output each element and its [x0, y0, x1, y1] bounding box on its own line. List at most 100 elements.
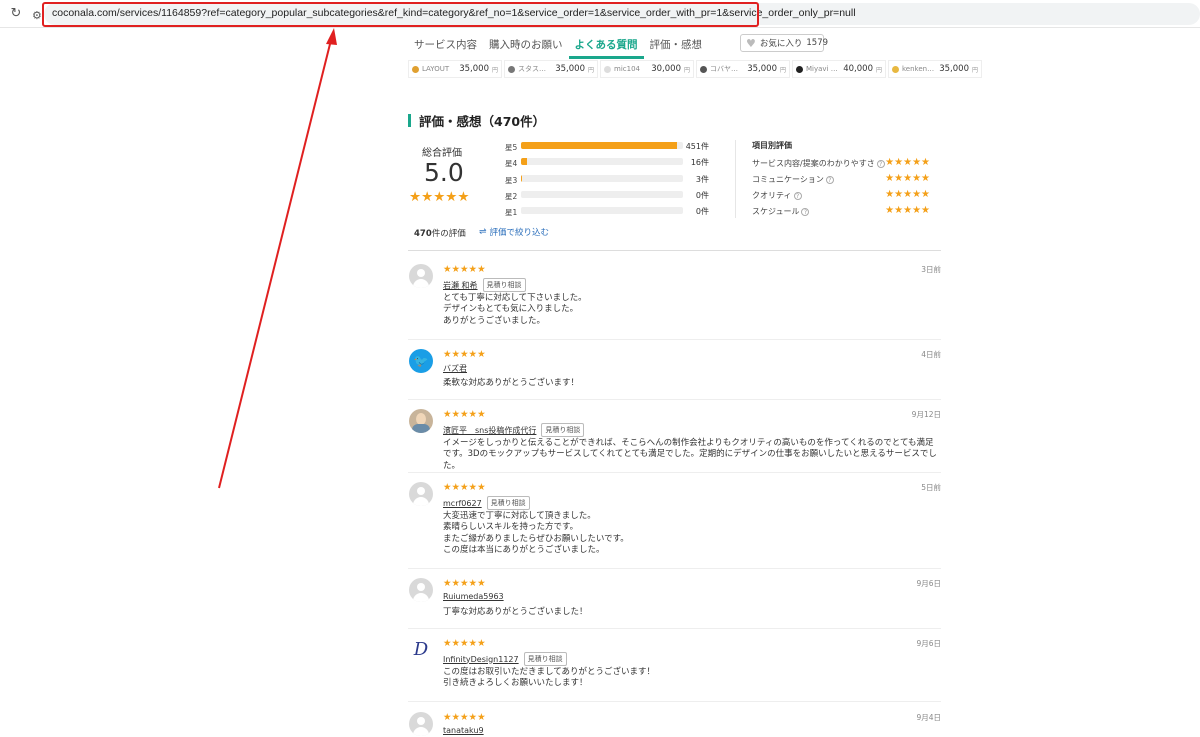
review-count: 470件の評価: [414, 229, 466, 239]
reviewer-name[interactable]: 岩瀬 和希: [443, 280, 478, 291]
stars-icon: ★★★★★: [885, 189, 930, 200]
item-ratings-title: 項目別評価: [752, 141, 792, 150]
review-item: ★★★★★ 9月12日 濱匠平 sns投稿作成代行 見積り相談 イメージをしっかり…: [408, 409, 941, 473]
heart-icon: ♥: [746, 36, 756, 50]
help-icon[interactable]: ?: [825, 176, 834, 184]
review-stars-icon: ★★★★★: [443, 482, 486, 493]
stars-icon: ★★★★★: [885, 157, 930, 168]
avatar[interactable]: [409, 264, 433, 288]
tab-faq[interactable]: よくある質問: [568, 31, 644, 59]
seller-avatar-icon: [796, 65, 803, 73]
address-bar[interactable]: ⚙ coconala.com/services/1164859?ref=cate…: [32, 3, 1200, 25]
site-settings-icon[interactable]: ⚙: [32, 9, 46, 23]
review-badge: 見積り相談: [486, 496, 530, 510]
related-service-item[interactable]: Miyavi Desi···40,000円: [792, 60, 886, 78]
review-text: 丁寧な対応ありがとうございました！: [443, 607, 588, 617]
item-rating-row: スケジュール? ★★★★★: [752, 205, 930, 216]
related-service-item[interactable]: LAYOUT 35,000 円: [408, 60, 502, 78]
seller-avatar-icon: [892, 65, 899, 73]
review-stars-icon: ★★★★★: [443, 409, 486, 420]
reviews-title: 評価・感想（470件）: [419, 114, 546, 129]
review-item: ★★★★★ 9月6日 Ruiumeda5963 丁寧な対応ありがとうございました…: [408, 578, 941, 629]
review-stars-icon: ★★★★★: [443, 578, 486, 589]
review-text: イメージをしっかりと伝えることができれば、そこらへんの制作会社よりもクオリティの…: [443, 438, 937, 471]
review-item: ★★★★★ 3日前 岩瀬 和希 見積り相談 とても丁寧に対応して下さいました。 デザ…: [408, 264, 941, 340]
tab-service-details[interactable]: サービス内容: [408, 31, 483, 59]
related-service-item[interactable]: mic104 30,000 円: [600, 60, 694, 78]
seller-avatar-icon: [604, 65, 611, 73]
review-item: D ★★★★★ 9月6日 InfinityDesign1127 見積り相談 この度…: [408, 638, 941, 702]
help-icon[interactable]: ?: [793, 192, 802, 200]
review-text: この度はお取引いただきましてありがとうございます！ 引き続きよろしくお願いいたしま…: [443, 667, 655, 689]
review-stars-icon: ★★★★★: [443, 712, 486, 723]
rating-row[interactable]: 星5 451件: [505, 140, 715, 156]
stars-icon: ★★★★★: [885, 173, 930, 184]
avatar[interactable]: [409, 409, 433, 433]
avatar[interactable]: [409, 578, 433, 602]
reviewer-name[interactable]: バズ君: [443, 363, 467, 374]
favorite-count: 1579: [806, 38, 829, 48]
favorite-button[interactable]: ♥ お気に入り 1579: [740, 34, 828, 52]
item-rating-row: クオリティ? ★★★★★: [752, 189, 930, 200]
review-stars-icon: ★★★★★: [443, 638, 486, 649]
summary-divider: [735, 140, 736, 218]
rating-row[interactable]: 星1 0件: [505, 205, 715, 221]
help-icon[interactable]: ?: [876, 160, 885, 168]
rating-bar-fill: [521, 174, 523, 182]
reviewer-name[interactable]: 濱匠平 sns投稿作成代行: [443, 425, 536, 436]
stars-icon: ★★★★★: [885, 205, 930, 216]
rating-row[interactable]: 星2 0件: [505, 189, 715, 205]
related-service-item[interactable]: kenken des···35,000円: [888, 60, 982, 78]
seller-avatar-icon: [700, 65, 707, 73]
review-item: ★★★★★ 5日前 mcrf0627 見積り相談 大変迅速で丁寧に対応して頂きまし…: [408, 482, 941, 569]
review-item: 🐦 ★★★★★ 4日前 バズ君 柔軟な対応ありがとうございます！: [408, 349, 941, 400]
infinity-design-logo-icon[interactable]: D: [409, 638, 433, 662]
review-date: 9月6日: [916, 639, 941, 648]
overall-stars-icon: ★★★★★: [409, 189, 470, 205]
favorite-label: お気に入り: [759, 39, 803, 49]
review-stars-icon: ★★★★★: [443, 264, 486, 275]
reviewer-name[interactable]: Ruiumeda5963: [443, 592, 504, 601]
review-badge: 見積り相談: [523, 652, 567, 666]
review-text: 大変迅速で丁寧に対応して頂きました。 素晴らしいスキルを持った方です。 またご縁があ…: [443, 511, 629, 555]
filter-by-rating-link[interactable]: ⇌ 評価で絞り込む: [479, 226, 549, 238]
url-text: coconala.com/services/1164859?ref=catego…: [52, 7, 856, 19]
rating-bar-fill: [521, 158, 527, 166]
related-service-item[interactable]: コバヤシ··· 35,000 円: [696, 60, 790, 78]
rating-distribution: 星5 451件 星4 16件 星3 3件 星2 0件 星1 0件: [505, 140, 715, 221]
review-date: 3日前: [921, 265, 941, 274]
review-date: 4日前: [921, 350, 941, 359]
tab-reviews[interactable]: 評価・感想: [644, 31, 709, 59]
arrow-head: [326, 28, 337, 45]
arrow-shaft: [218, 39, 332, 489]
summary-separator: [408, 250, 941, 251]
reviewer-name[interactable]: tanataku9: [443, 726, 484, 735]
overall-rating-label: 総合評価: [422, 148, 462, 159]
overall-rating-score: 5.0: [424, 158, 464, 187]
rating-row[interactable]: 星4 16件: [505, 156, 715, 172]
reviews-heading: 評価・感想（470件）: [408, 111, 545, 130]
avatar[interactable]: [409, 482, 433, 506]
review-date: 5日前: [921, 483, 941, 492]
reload-icon[interactable]: ↻: [8, 6, 24, 22]
avatar[interactable]: [409, 712, 433, 736]
twitter-bird-icon[interactable]: 🐦: [409, 349, 433, 373]
tab-purchase-notes[interactable]: 購入時のお願い: [483, 31, 569, 59]
review-badge: 見積り相談: [482, 278, 526, 292]
review-item: ★★★★★ 9月4日 tanataku9: [408, 712, 941, 737]
review-text: とても丁寧に対応して下さいました。 デザインもとても気に入りました。 ありがとうござ…: [443, 293, 587, 326]
reviewer-name[interactable]: mcrf0627: [443, 499, 482, 508]
item-rating-row: サービス内容/提案のわかりやすさ? ★★★★★: [752, 157, 930, 168]
heading-accent-bar: [408, 114, 411, 127]
review-date: 9月6日: [916, 579, 941, 588]
browser-toolbar: ↻ ⚙ coconala.com/services/1164859?ref=ca…: [0, 0, 1200, 28]
help-icon[interactable]: ?: [801, 208, 810, 216]
seller-avatar-icon: [412, 65, 419, 73]
item-rating-row: コミュニケーション? ★★★★★: [752, 173, 930, 184]
review-date: 9月12日: [911, 410, 941, 419]
sliders-icon: ⇌: [479, 227, 487, 237]
rating-row[interactable]: 星3 3件: [505, 173, 715, 189]
related-service-item[interactable]: スタスタス···35,000円: [504, 60, 598, 78]
reviewer-name[interactable]: InfinityDesign1127: [443, 655, 519, 664]
rating-bar-fill: [521, 142, 677, 149]
